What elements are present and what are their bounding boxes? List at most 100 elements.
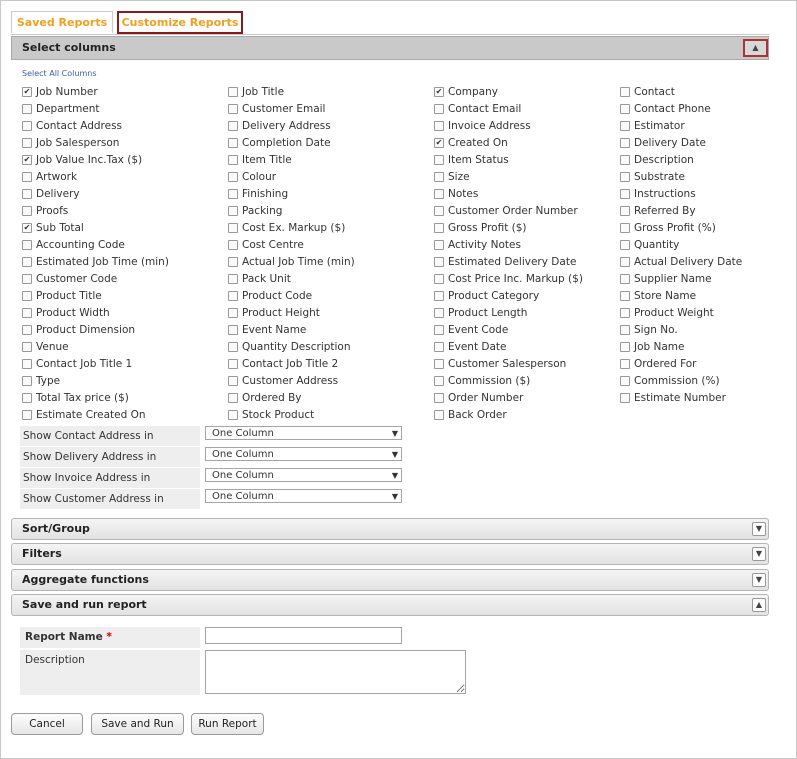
checkbox[interactable] <box>434 359 444 369</box>
checkbox[interactable] <box>228 410 238 420</box>
checkbox[interactable] <box>434 223 444 233</box>
checkbox[interactable] <box>228 359 238 369</box>
checkbox[interactable] <box>620 223 630 233</box>
checkbox[interactable] <box>620 257 630 267</box>
checkbox[interactable] <box>620 308 630 318</box>
run-report-button[interactable]: Run Report <box>191 713 264 735</box>
checkbox[interactable] <box>620 155 630 165</box>
checkbox[interactable] <box>228 189 238 199</box>
checkbox[interactable] <box>434 189 444 199</box>
tab-customize-reports[interactable]: Customize Reports <box>117 11 243 34</box>
checkbox[interactable] <box>228 206 238 216</box>
checkbox[interactable] <box>620 104 630 114</box>
checkbox[interactable] <box>22 206 32 216</box>
save-run-report-header[interactable]: Save and run report ▲ <box>11 594 769 616</box>
checkbox-checked[interactable]: ✔ <box>434 138 444 148</box>
checkbox[interactable] <box>434 257 444 267</box>
checkbox[interactable] <box>620 240 630 250</box>
checkbox[interactable] <box>434 155 444 165</box>
checkbox[interactable] <box>434 393 444 403</box>
checkbox[interactable] <box>22 393 32 403</box>
checkbox[interactable] <box>228 308 238 318</box>
checkbox[interactable] <box>434 274 444 284</box>
cancel-button[interactable]: Cancel <box>11 713 83 735</box>
checkbox[interactable] <box>22 291 32 301</box>
checkbox[interactable] <box>620 342 630 352</box>
checkbox[interactable] <box>22 138 32 148</box>
tab-saved-reports[interactable]: Saved Reports <box>11 11 113 33</box>
checkbox[interactable] <box>434 325 444 335</box>
checkbox[interactable] <box>434 121 444 131</box>
checkbox[interactable] <box>434 206 444 216</box>
checkbox[interactable] <box>228 87 238 97</box>
checkbox[interactable] <box>228 257 238 267</box>
checkbox[interactable] <box>434 410 444 420</box>
checkbox[interactable] <box>434 308 444 318</box>
checkbox[interactable] <box>228 223 238 233</box>
select-all-columns-link[interactable]: Select All Columns <box>22 69 97 78</box>
checkbox[interactable] <box>228 274 238 284</box>
checkbox[interactable] <box>434 172 444 182</box>
checkbox[interactable] <box>22 240 32 250</box>
checkbox[interactable] <box>228 138 238 148</box>
description-textarea[interactable] <box>205 650 466 694</box>
checkbox-checked[interactable]: ✔ <box>22 87 32 97</box>
checkbox[interactable] <box>228 240 238 250</box>
checkbox[interactable] <box>620 206 630 216</box>
checkbox[interactable] <box>434 291 444 301</box>
checkbox[interactable] <box>22 104 32 114</box>
address-format-select[interactable]: One Column ▼ <box>205 447 402 461</box>
checkbox[interactable] <box>620 121 630 131</box>
checkbox[interactable] <box>228 121 238 131</box>
checkbox[interactable] <box>620 359 630 369</box>
checkbox[interactable] <box>22 342 32 352</box>
address-format-select[interactable]: One Column ▼ <box>205 489 402 503</box>
chevron-down-icon[interactable]: ▼ <box>752 573 766 587</box>
checkbox[interactable] <box>620 291 630 301</box>
checkbox-checked[interactable]: ✔ <box>434 87 444 97</box>
checkbox-checked[interactable]: ✔ <box>22 155 32 165</box>
checkbox[interactable] <box>620 393 630 403</box>
save-and-run-button[interactable]: Save and Run <box>91 713 184 735</box>
checkbox[interactable] <box>228 104 238 114</box>
checkbox[interactable] <box>228 155 238 165</box>
chevron-up-icon[interactable]: ▲ <box>752 598 766 612</box>
checkbox[interactable] <box>434 104 444 114</box>
checkbox-checked[interactable]: ✔ <box>22 223 32 233</box>
checkbox[interactable] <box>620 138 630 148</box>
checkbox[interactable] <box>434 376 444 386</box>
filters-header[interactable]: Filters ▼ <box>11 543 769 565</box>
address-format-select[interactable]: One Column ▼ <box>205 468 402 482</box>
sort-group-header[interactable]: Sort/Group ▼ <box>11 518 769 540</box>
checkbox[interactable] <box>620 87 630 97</box>
checkbox[interactable] <box>620 325 630 335</box>
checkbox[interactable] <box>228 172 238 182</box>
checkbox[interactable] <box>22 257 32 267</box>
checkbox[interactable] <box>228 342 238 352</box>
checkbox[interactable] <box>22 359 32 369</box>
checkbox[interactable] <box>620 172 630 182</box>
checkbox[interactable] <box>22 410 32 420</box>
address-format-select[interactable]: One Column ▼ <box>205 426 402 440</box>
checkbox[interactable] <box>22 308 32 318</box>
checkbox[interactable] <box>434 240 444 250</box>
checkbox[interactable] <box>22 325 32 335</box>
chevron-down-icon[interactable]: ▼ <box>752 522 766 536</box>
checkbox[interactable] <box>434 342 444 352</box>
checkbox[interactable] <box>22 189 32 199</box>
checkbox[interactable] <box>22 121 32 131</box>
checkbox[interactable] <box>22 274 32 284</box>
select-columns-header[interactable]: Select columns ▲ <box>11 36 769 60</box>
checkbox[interactable] <box>22 172 32 182</box>
checkbox[interactable] <box>620 376 630 386</box>
checkbox[interactable] <box>620 189 630 199</box>
checkbox[interactable] <box>22 376 32 386</box>
checkbox[interactable] <box>228 393 238 403</box>
chevron-down-icon[interactable]: ▼ <box>752 547 766 561</box>
aggregate-functions-header[interactable]: Aggregate functions ▼ <box>11 569 769 591</box>
report-name-input[interactable] <box>205 627 402 644</box>
chevron-up-icon[interactable]: ▲ <box>743 39 768 57</box>
checkbox[interactable] <box>228 291 238 301</box>
checkbox[interactable] <box>620 274 630 284</box>
checkbox[interactable] <box>228 325 238 335</box>
